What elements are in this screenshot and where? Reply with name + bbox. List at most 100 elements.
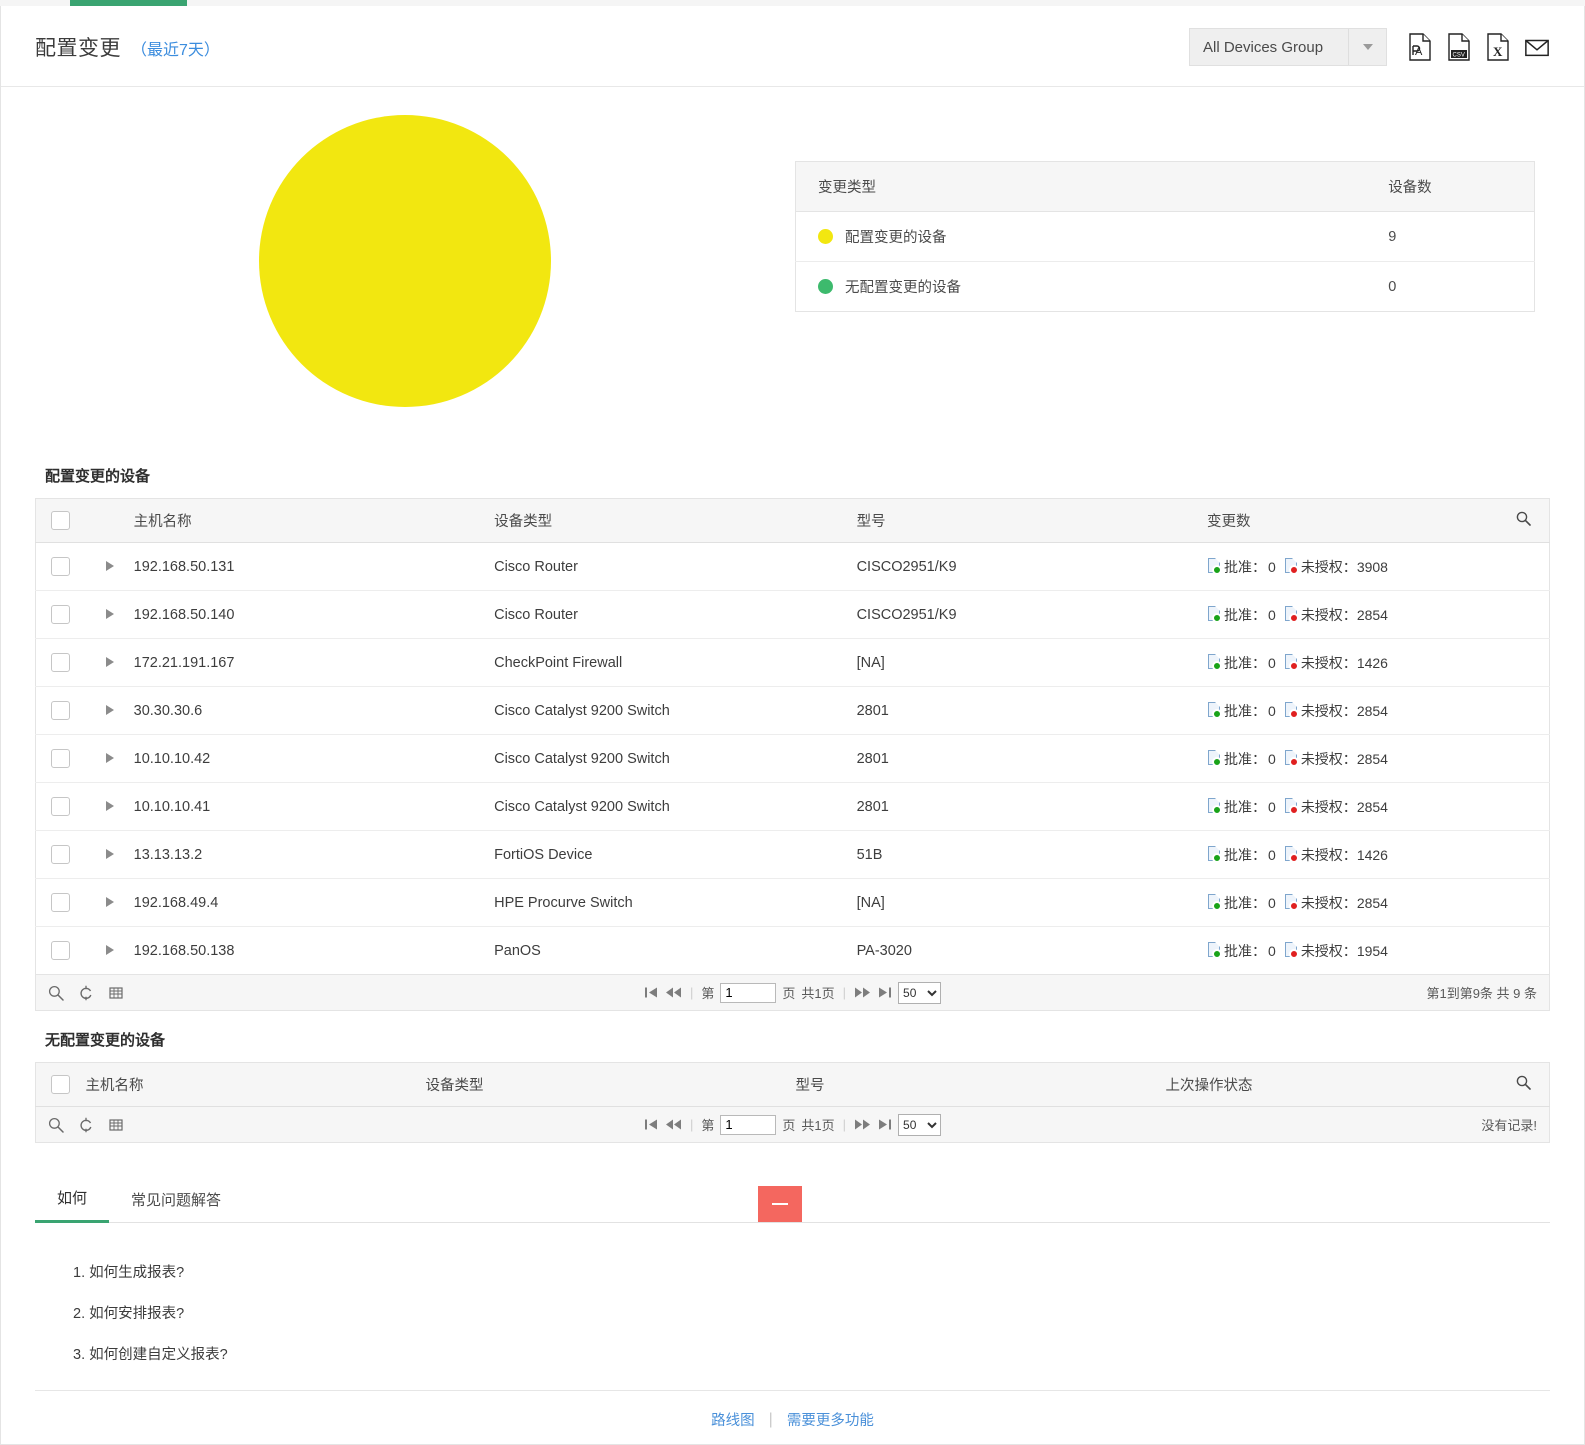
page-size-select[interactable]: 50100150200 — [898, 981, 942, 1004]
pie-slice-changed-devices[interactable] — [259, 115, 551, 407]
unauthorized-change-icon — [1284, 654, 1300, 671]
legend-header-type: 变更类型 — [795, 161, 1001, 212]
pager-search-icon-2[interactable] — [48, 1117, 64, 1133]
expand-row-icon[interactable] — [105, 944, 114, 955]
table-row[interactable]: 192.168.49.4 HPE Procurve Switch [NA] 批准： 0 未… — [35, 878, 1550, 927]
page-label-suffix: 页 — [782, 986, 796, 1001]
cell-device-type: HPE Procurve Switch — [494, 878, 857, 927]
select-all-checkbox-2[interactable] — [51, 1075, 71, 1094]
device-group-select[interactable]: All Devices Group — [1189, 28, 1387, 66]
total-pages-label: 共1页 — [801, 986, 835, 1001]
help-item[interactable]: 1. 如何生成报表? — [73, 1261, 1550, 1282]
pager-tools-2 — [48, 1117, 124, 1133]
page-number-input[interactable] — [720, 982, 777, 1003]
changed-devices-table: 主机名称 设备类型 型号 变更数 192.168.50.131 Cisco Rou… — [35, 498, 1550, 975]
header-device-type[interactable]: 设备类型 — [494, 498, 857, 543]
pager-refresh-icon-2[interactable] — [78, 1117, 94, 1133]
help-item[interactable]: 2. 如何安排报表? — [73, 1302, 1550, 1323]
row-checkbox[interactable] — [51, 749, 71, 768]
legend-row[interactable]: 配置变更的设备 9 — [795, 211, 1535, 262]
approved-change-icon — [1207, 750, 1223, 767]
expand-row-icon[interactable] — [105, 656, 114, 667]
more-features-link[interactable]: 需要更多功能 — [787, 1409, 874, 1430]
pdf-export-icon[interactable]: A — [1407, 33, 1433, 61]
cell-model: 2801 — [856, 734, 1208, 783]
cell-changes: 批准： 0 未授权： 2854 — [1207, 686, 1498, 735]
unchanged-table-caption: 无配置变更的设备 — [45, 1032, 166, 1049]
table-row[interactable]: 172.21.191.167 CheckPoint Firewall [NA] 批准：… — [35, 638, 1550, 687]
minimize-button[interactable] — [758, 1186, 802, 1222]
first-page-button-2[interactable] — [644, 1118, 659, 1131]
row-select-cell — [35, 734, 86, 783]
pager-columns-icon-2[interactable] — [108, 1117, 124, 1133]
csv-export-icon[interactable]: CSV — [1446, 33, 1472, 61]
row-checkbox[interactable] — [51, 605, 71, 624]
prev-page-button[interactable] — [665, 986, 682, 999]
pie-chart[interactable] — [35, 107, 795, 437]
cell-model: 51B — [856, 830, 1208, 879]
row-checkbox[interactable] — [51, 893, 71, 912]
next-page-button-2[interactable] — [854, 1118, 871, 1131]
first-page-button[interactable] — [644, 986, 659, 999]
header-model[interactable]: 型号 — [856, 498, 1208, 543]
cell-device-type: Cisco Router — [494, 542, 857, 591]
table-row[interactable]: 13.13.13.2 FortiOS Device 51B 批准： 0 未授权： 1426 — [35, 830, 1550, 879]
table-row[interactable]: 10.10.10.41 Cisco Catalyst 9200 Switch 280… — [35, 782, 1550, 831]
expand-row-icon[interactable] — [105, 560, 114, 571]
last-page-button-2[interactable] — [877, 1118, 892, 1131]
pager-search-icon[interactable] — [48, 985, 64, 1001]
row-checkbox[interactable] — [51, 557, 71, 576]
row-checkbox[interactable] — [51, 941, 71, 960]
select-all-checkbox[interactable] — [51, 511, 71, 530]
expand-row-icon[interactable] — [105, 608, 114, 619]
legend-row[interactable]: 无配置变更的设备 0 — [796, 262, 1535, 312]
header-host-2[interactable]: 主机名称 — [85, 1062, 426, 1107]
prev-page-button-2[interactable] — [665, 1118, 682, 1131]
header-model-2[interactable]: 型号 — [795, 1062, 1166, 1107]
tab-how-to[interactable]: 如何 — [35, 1177, 110, 1223]
table-row[interactable]: 30.30.30.6 Cisco Catalyst 9200 Switch 2801… — [35, 686, 1550, 735]
tab-faq[interactable]: 常见问题解答 — [109, 1179, 243, 1222]
approved-count: 0 — [1268, 750, 1276, 767]
table-row[interactable]: 192.168.50.131 Cisco Router CISCO2951/K9 批准… — [35, 542, 1550, 591]
table-row[interactable]: 10.10.10.42 Cisco Catalyst 9200 Switch 280… — [35, 734, 1550, 783]
cell-host: 13.13.13.2 — [133, 830, 495, 879]
header-changes[interactable]: 变更数 — [1207, 498, 1498, 543]
row-checkbox[interactable] — [51, 845, 71, 864]
chevron-down-icon[interactable] — [1348, 29, 1386, 65]
legend-table: 变更类型 设备数 配置变更的设备 9 无配置变更的设备 0 — [795, 161, 1535, 312]
header-host[interactable]: 主机名称 — [133, 498, 495, 543]
approved-label: 批准： — [1224, 942, 1267, 959]
expand-row-icon[interactable] — [105, 896, 114, 907]
pager-refresh-icon[interactable] — [78, 985, 94, 1001]
roadmap-link[interactable]: 路线图 — [711, 1409, 755, 1430]
row-select-cell — [35, 878, 86, 927]
last-page-button[interactable] — [877, 986, 892, 999]
table-search-header — [1497, 498, 1550, 543]
row-checkbox[interactable] — [51, 701, 71, 720]
expand-row-icon[interactable] — [105, 848, 114, 859]
report-page: 配置变更 （最近7天） All Devices Group A CSV X 变更… — [0, 6, 1585, 1445]
page-number-input-2[interactable] — [720, 1114, 777, 1135]
help-item[interactable]: 3. 如何创建自定义报表? — [73, 1343, 1550, 1364]
page-title: 配置变更 — [35, 37, 121, 60]
row-checkbox[interactable] — [51, 653, 71, 672]
expand-row-icon[interactable] — [105, 800, 114, 811]
xls-export-icon[interactable]: X — [1485, 33, 1511, 61]
pager-columns-icon[interactable] — [108, 985, 124, 1001]
table-row[interactable]: 192.168.50.140 Cisco Router CISCO2951/K9 批准… — [35, 590, 1550, 639]
header-device-type-2[interactable]: 设备类型 — [425, 1062, 796, 1107]
page-size-select-2[interactable]: 50100150200 — [898, 1113, 942, 1136]
table-row[interactable]: 192.168.50.138 PanOS PA-3020 批准： 0 未授权： 1954 — [36, 927, 1550, 975]
header-last-status[interactable]: 上次操作状态 — [1165, 1062, 1498, 1107]
email-report-icon[interactable] — [1524, 33, 1550, 61]
next-page-button[interactable] — [854, 986, 871, 999]
unauthorized-change-icon — [1284, 558, 1300, 575]
page-subtitle: （最近7天） — [131, 42, 220, 59]
row-checkbox[interactable] — [51, 797, 71, 816]
search-icon-2[interactable] — [1516, 1075, 1531, 1090]
expand-row-icon[interactable] — [105, 752, 114, 763]
expand-row-icon[interactable] — [105, 704, 114, 715]
cell-spacer — [1497, 638, 1550, 687]
search-icon[interactable] — [1516, 511, 1531, 526]
